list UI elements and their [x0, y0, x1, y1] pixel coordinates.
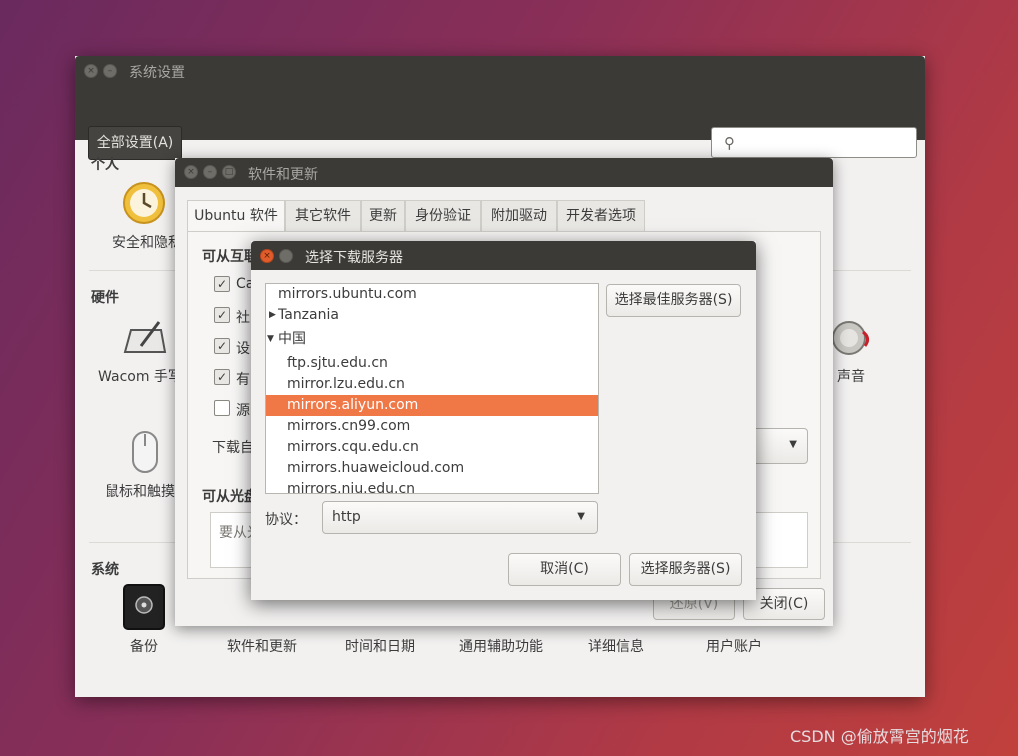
list-item-selected[interactable]: mirrors.aliyun.com — [266, 395, 598, 416]
minimize-icon[interactable] — [279, 249, 293, 263]
list-item[interactable]: ▼ 中国 — [266, 329, 598, 350]
chevron-down-icon: ▼ — [789, 439, 797, 450]
checkbox-label: 有 — [236, 372, 250, 388]
list-item[interactable]: ftp.sjtu.edu.cn — [266, 353, 598, 374]
list-item[interactable]: mirror.lzu.edu.cn — [266, 374, 598, 395]
server-label: mirrors.cqu.edu.cn — [287, 439, 419, 455]
protocol-value: http — [332, 509, 361, 525]
server-label: ftp.sjtu.edu.cn — [287, 355, 388, 371]
checkbox-label: 设 — [236, 341, 250, 357]
list-item[interactable]: mirrors.nju.edu.cn — [266, 479, 598, 494]
close-icon[interactable]: × — [184, 165, 198, 179]
app-accessibility-label[interactable]: 通用辅助功能 — [441, 636, 561, 656]
server-label: mirrors.aliyun.com — [287, 397, 419, 413]
search-icon: ⚲ — [724, 134, 735, 152]
watermark: CSDN @偷放霄宫的烟花 — [790, 727, 969, 746]
choose-server-dialog: × 选择下载服务器 mirrors.ubuntu.com ▶ Tanzania … — [251, 241, 756, 600]
expander-expanded-icon[interactable]: ▼ — [267, 329, 274, 350]
checkbox-label: 社 — [236, 310, 250, 326]
list-item[interactable]: mirrors.cqu.edu.cn — [266, 437, 598, 458]
tab-updates[interactable]: 更新 — [361, 200, 405, 232]
server-label: mirror.lzu.edu.cn — [287, 376, 405, 392]
checkbox[interactable]: ✓ — [214, 276, 230, 292]
server-label: 中国 — [278, 331, 306, 347]
app-backup-label[interactable]: 备份 — [113, 636, 175, 656]
system-settings-toolbar: 全部设置(A) ⚲ — [75, 86, 925, 160]
tab-developer-options[interactable]: 开发者选项 — [557, 200, 645, 232]
cancel-button[interactable]: 取消(C) — [508, 553, 621, 586]
backup-icon[interactable] — [122, 583, 166, 635]
sound-icon[interactable] — [829, 316, 875, 360]
server-label: Tanzania — [278, 307, 339, 323]
server-label: mirrors.nju.edu.cn — [287, 481, 416, 494]
list-item[interactable]: mirrors.huaweicloud.com — [266, 458, 598, 479]
app-details-label[interactable]: 详细信息 — [573, 636, 659, 656]
close-icon[interactable]: × — [84, 64, 98, 78]
tab-additional-drivers[interactable]: 附加驱动 — [481, 200, 557, 232]
section-system: 系统 — [91, 562, 119, 578]
app-software-updates-label[interactable]: 软件和更新 — [209, 636, 315, 656]
tab-authentication[interactable]: 身份验证 — [405, 200, 481, 232]
checkbox[interactable]: ✓ — [214, 307, 230, 323]
window-title: 系统设置 — [129, 65, 185, 81]
minimize-icon[interactable]: – — [103, 64, 117, 78]
search-input[interactable]: ⚲ — [711, 127, 917, 158]
system-settings-titlebar: × – 系统设置 — [75, 56, 925, 86]
close-icon[interactable]: × — [260, 249, 274, 263]
app-time-date-label[interactable]: 时间和日期 — [327, 636, 433, 656]
checkbox[interactable]: ✓ — [214, 369, 230, 385]
server-list[interactable]: mirrors.ubuntu.com ▶ Tanzania ▼ 中国 ftp.s… — [265, 283, 599, 494]
list-item[interactable]: ▶ Tanzania — [266, 305, 598, 326]
list-item[interactable]: mirrors.ubuntu.com — [266, 284, 598, 305]
security-icon[interactable] — [121, 180, 167, 230]
download-from-label: 下载自 — [212, 440, 254, 456]
window-title: 软件和更新 — [248, 167, 318, 183]
wacom-icon[interactable] — [121, 316, 167, 362]
mouse-icon[interactable] — [131, 430, 159, 478]
tab-ubuntu-software[interactable]: Ubuntu 软件 — [187, 200, 285, 232]
list-item[interactable]: mirrors.cn99.com — [266, 416, 598, 437]
server-label: mirrors.cn99.com — [287, 418, 411, 434]
protocol-label: 协议： — [265, 512, 307, 528]
tab-other-software[interactable]: 其它软件 — [285, 200, 361, 232]
server-label: mirrors.huaweicloud.com — [287, 460, 465, 476]
checkbox[interactable] — [214, 400, 230, 416]
select-best-server-button[interactable]: 选择最佳服务器(S) — [606, 284, 741, 317]
app-user-accounts-label[interactable]: 用户账户 — [689, 636, 779, 656]
server-label: mirrors.ubuntu.com — [278, 286, 417, 302]
choose-server-button[interactable]: 选择服务器(S) — [629, 553, 742, 586]
checkbox-label: 源 — [236, 403, 250, 419]
checkbox[interactable]: ✓ — [214, 338, 230, 354]
expander-collapsed-icon[interactable]: ▶ — [269, 305, 276, 326]
chevron-down-icon: ▼ — [577, 511, 585, 522]
dialog-title: 选择下载服务器 — [305, 250, 403, 266]
software-updates-titlebar: × – □ 软件和更新 — [175, 158, 833, 187]
protocol-combo[interactable]: http ▼ — [322, 501, 598, 534]
cdrom-section-title: 可从光盘 — [202, 489, 258, 505]
maximize-icon[interactable]: □ — [222, 165, 236, 179]
minimize-icon[interactable]: – — [203, 165, 217, 179]
section-hardware: 硬件 — [91, 290, 119, 306]
dialog-titlebar: × 选择下载服务器 — [251, 241, 756, 270]
download-server-combo[interactable]: ▼ — [748, 428, 808, 464]
section-personal: 个人 — [91, 157, 119, 173]
